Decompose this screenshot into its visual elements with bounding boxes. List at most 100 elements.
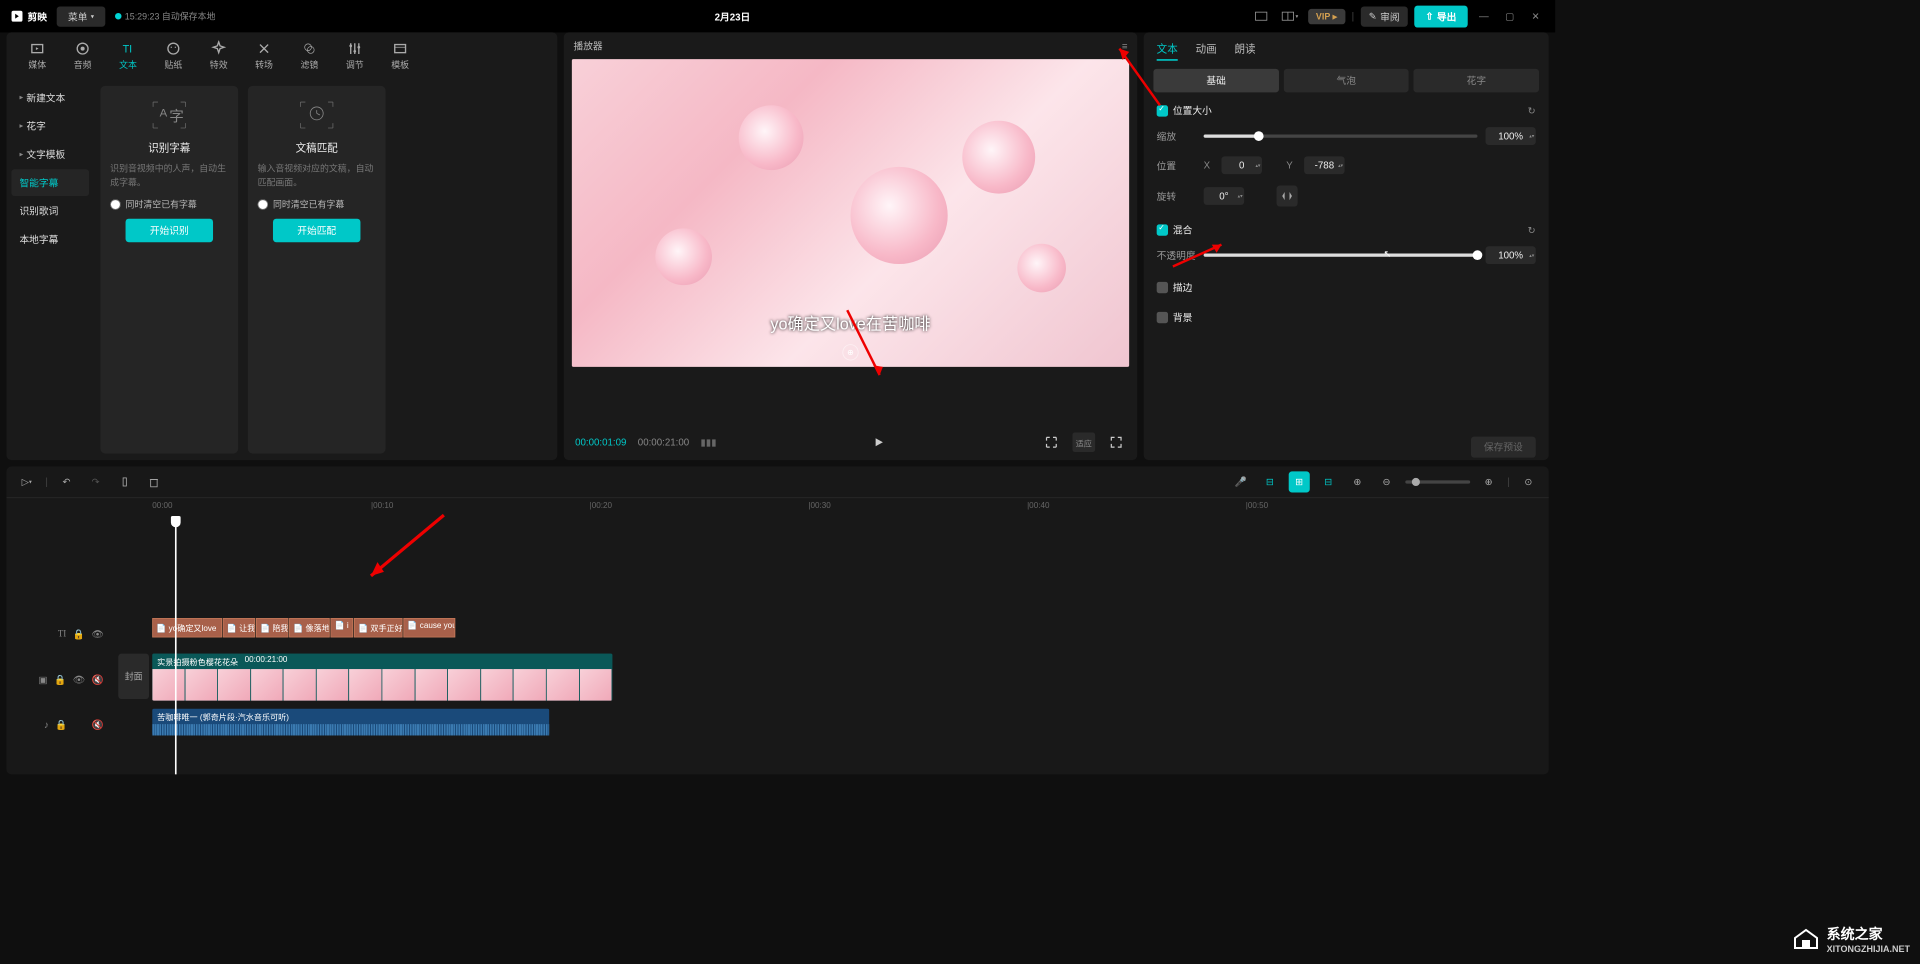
- text-clip[interactable]: 📄 i: [330, 618, 353, 637]
- start-match-button[interactable]: 开始匹配: [273, 219, 360, 242]
- text-clip[interactable]: 📄 cause you c: [403, 618, 455, 637]
- svg-text:TI: TI: [123, 44, 133, 56]
- layout-icon-1[interactable]: [1250, 5, 1273, 28]
- center-handle-icon[interactable]: ⊕: [842, 344, 858, 360]
- tab-media[interactable]: 媒体: [15, 37, 60, 74]
- mic-icon[interactable]: 🎤: [1230, 471, 1251, 492]
- text-clip[interactable]: 📄 yo确定又love: [152, 618, 222, 637]
- sub-tab-basic[interactable]: 基础: [1153, 69, 1278, 92]
- reset-icon[interactable]: ↻: [1528, 105, 1536, 116]
- recognize-icon: A字: [149, 99, 190, 131]
- text-clip[interactable]: 📄 双手正好: [354, 618, 403, 637]
- background-checkbox[interactable]: [1157, 311, 1168, 322]
- prop-tab-read[interactable]: 朗读: [1234, 41, 1255, 61]
- opacity-label: 不透明度: [1157, 248, 1196, 262]
- eye-icon[interactable]: 👁: [73, 674, 85, 685]
- save-preset-button[interactable]: 保存预设: [1471, 437, 1536, 458]
- zoom-slider[interactable]: [1405, 480, 1470, 483]
- playhead[interactable]: [175, 518, 177, 775]
- play-button[interactable]: [869, 433, 888, 452]
- delete-tool[interactable]: [143, 471, 164, 492]
- text-clip[interactable]: 📄 像落地: [289, 618, 330, 637]
- lock-icon[interactable]: 🔒: [54, 674, 66, 685]
- undo-button[interactable]: ↶: [56, 471, 77, 492]
- close-button[interactable]: ✕: [1526, 6, 1545, 25]
- video-preview[interactable]: yo确定又love在苦咖啡 ⊕: [572, 59, 1129, 367]
- opacity-slider[interactable]: [1204, 254, 1478, 257]
- lock-icon[interactable]: 🔒: [73, 629, 85, 640]
- pos-y-input[interactable]: -788▴▾: [1304, 156, 1345, 174]
- maximize-button[interactable]: ▢: [1500, 6, 1519, 25]
- clear-existing-check[interactable]: 同时清空已有字幕: [110, 198, 228, 211]
- layout-icon-2[interactable]: ▾: [1279, 5, 1302, 28]
- pos-x-input[interactable]: 0▴▾: [1221, 156, 1262, 174]
- player-panel: 播放器 ≡ yo确定又love在苦咖啡 ⊕ 00:00:01:09 00:00:…: [564, 32, 1137, 460]
- nav-local-subtitle[interactable]: 本地字幕: [11, 226, 89, 253]
- fit-button[interactable]: ⊙: [1518, 471, 1539, 492]
- prop-tab-text[interactable]: 文本: [1157, 41, 1178, 61]
- audio-clip[interactable]: 苦咖啡唯一 (郭奇片段·汽水音乐可听): [152, 709, 549, 735]
- tab-effects[interactable]: 特效: [196, 37, 241, 74]
- align-tool[interactable]: ⊕: [1347, 471, 1368, 492]
- tab-transition[interactable]: 转场: [241, 37, 286, 74]
- text-clip[interactable]: 📄 让我: [223, 618, 255, 637]
- sub-tab-fancy[interactable]: 花字: [1414, 69, 1539, 92]
- cover-button[interactable]: 封面: [118, 654, 149, 699]
- nav-text-template[interactable]: ▸文字模板: [11, 141, 89, 168]
- start-recognize-button[interactable]: 开始识别: [126, 219, 213, 242]
- clear-existing-check[interactable]: 同时清空已有字幕: [258, 198, 376, 211]
- export-button[interactable]: ⇧ 导出: [1414, 5, 1468, 27]
- eye-icon[interactable]: 👁: [91, 629, 103, 640]
- tab-adjust[interactable]: 调节: [332, 37, 377, 74]
- pos-size-checkbox[interactable]: [1157, 105, 1168, 116]
- svg-text:字: 字: [169, 109, 184, 126]
- bars-icon[interactable]: ▮▮▮: [700, 437, 716, 448]
- mute-icon[interactable]: 🔇: [92, 674, 104, 685]
- magnet-tool-1[interactable]: ⊟: [1259, 471, 1280, 492]
- reset-icon[interactable]: ↻: [1528, 224, 1536, 235]
- scale-slider[interactable]: [1204, 134, 1478, 137]
- minimize-button[interactable]: —: [1474, 6, 1493, 25]
- tab-filter[interactable]: 滤镜: [287, 37, 332, 74]
- mute-icon[interactable]: 🔇: [92, 719, 104, 730]
- menu-button[interactable]: 菜单 ▾: [57, 6, 106, 26]
- subtitle-overlay[interactable]: yo确定又love在苦咖啡: [770, 311, 930, 334]
- magnet-tool-2[interactable]: ⊞: [1289, 471, 1310, 492]
- zoom-in[interactable]: ⊕: [1478, 471, 1499, 492]
- pointer-tool[interactable]: ▷▾: [16, 471, 37, 492]
- opacity-input[interactable]: 100%▴▾: [1486, 246, 1536, 264]
- tab-text[interactable]: TI文本: [105, 37, 150, 74]
- review-button[interactable]: ✎ 审阅: [1361, 6, 1408, 26]
- player-menu-icon[interactable]: ≡: [1122, 40, 1128, 51]
- rotation-input[interactable]: 0°▴▾: [1204, 187, 1245, 205]
- video-clip[interactable]: 实景拍摄粉色樱花花朵00:00:21:00: [152, 654, 612, 701]
- blend-checkbox[interactable]: [1157, 224, 1168, 235]
- text-clip[interactable]: 📄 陪我: [256, 618, 288, 637]
- stroke-checkbox[interactable]: [1157, 281, 1168, 292]
- nav-new-text[interactable]: ▸新建文本: [11, 84, 89, 111]
- fullscreen-icon[interactable]: [1106, 433, 1125, 452]
- zoom-out[interactable]: ⊖: [1376, 471, 1397, 492]
- sub-tab-bubble[interactable]: 气泡: [1284, 69, 1409, 92]
- app-logo: 剪映: [10, 9, 47, 24]
- vip-badge[interactable]: VIP ▸: [1308, 9, 1345, 24]
- lock-icon[interactable]: 🔒: [55, 719, 67, 730]
- crop-icon[interactable]: [1042, 433, 1061, 452]
- scale-input[interactable]: 100%▴▾: [1486, 127, 1536, 145]
- total-time: 00:00:21:00: [638, 437, 689, 448]
- card-title: 识别字幕: [148, 139, 190, 154]
- nav-lyrics[interactable]: 识别歌词: [11, 198, 89, 225]
- time-ruler[interactable]: 00:00 |00:10 |00:20 |00:30 |00:40 |00:50: [6, 498, 1548, 517]
- prop-tab-anim[interactable]: 动画: [1196, 41, 1217, 61]
- tab-template[interactable]: 模板: [377, 37, 422, 74]
- nav-fancy-text[interactable]: ▸花字: [11, 113, 89, 140]
- titlebar: 剪映 菜单 ▾ 15:29:23 自动保存本地 2月23日 ▾ VIP ▸ | …: [0, 0, 1555, 32]
- ratio-button[interactable]: 适应: [1072, 433, 1095, 452]
- split-tool[interactable]: [114, 471, 135, 492]
- nav-smart-subtitle[interactable]: 智能字幕: [11, 169, 89, 196]
- tab-audio[interactable]: 音频: [60, 37, 105, 74]
- redo-button[interactable]: ↷: [85, 471, 106, 492]
- tab-sticker[interactable]: 贴纸: [151, 37, 196, 74]
- magnet-tool-3[interactable]: ⊟: [1318, 471, 1339, 492]
- flip-h-button[interactable]: [1277, 185, 1298, 206]
